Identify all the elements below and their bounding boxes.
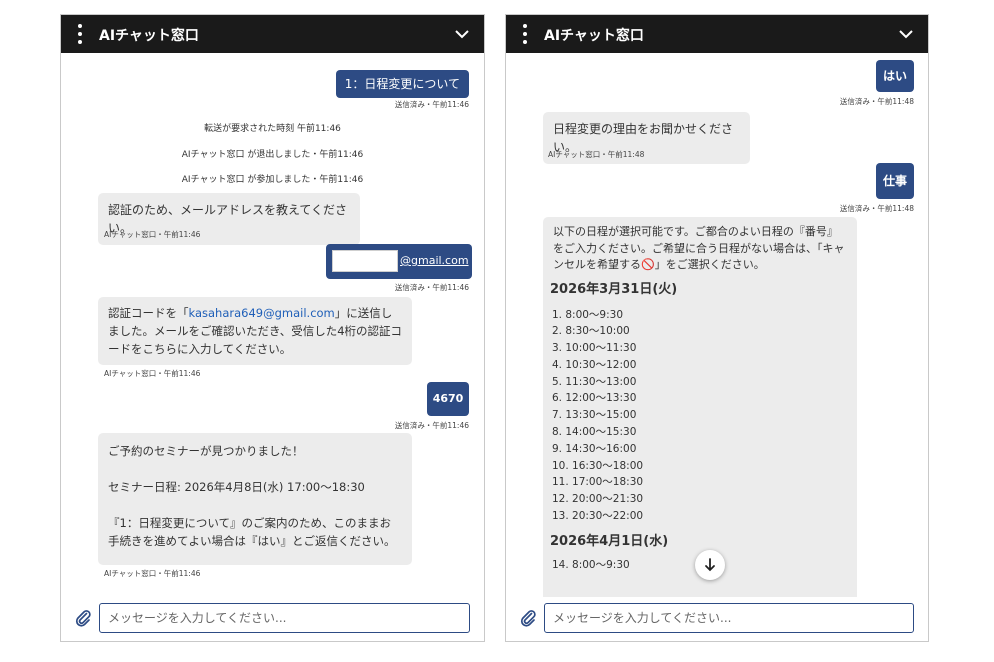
composer (61, 597, 484, 641)
slot-item: 7. 13:30〜15:00 (552, 409, 637, 422)
slot-item: 2. 8:30〜10:00 (552, 325, 630, 338)
message-meta: 送信済み・午前11:46 (394, 283, 469, 292)
arrow-down-icon (705, 558, 715, 572)
message-text: ご予約のセミナーが見つかりました！ (108, 444, 304, 458)
message-input[interactable] (99, 603, 470, 633)
incoming-message: 認証コードを「kasahara649@gmail.com」に送信しました。メール… (98, 297, 412, 365)
message-meta: 送信済み・午前11:46 (394, 100, 469, 109)
chat-header: AIチャット窓口 (506, 15, 928, 53)
message-input[interactable] (544, 603, 914, 633)
message-text: 以下の日程が選択可能です。ご都合のよい日程の『番号』をご入力ください。ご希望に合… (553, 225, 845, 271)
chat-title: AIチャット窓口 (99, 28, 199, 44)
slot-item: 6. 12:00〜13:30 (552, 392, 637, 405)
slot-item: 9. 14:30〜16:00 (552, 442, 637, 455)
scroll-to-bottom-button[interactable] (695, 550, 725, 580)
incoming-message: ご予約のセミナーが見つかりました！ セミナー日程: 2026年4月8日(水) 1… (98, 433, 412, 565)
slot-item: 13. 20:30〜22:00 (552, 510, 644, 523)
slot-item: 11. 17:00〜18:30 (552, 476, 644, 489)
paperclip-icon[interactable] (74, 609, 92, 627)
message-list[interactable]: はい 送信済み・午前11:48 日程変更の理由をお聞かせください。 AIチャット… (506, 53, 928, 597)
message-meta: 送信済み・午前11:48 (839, 97, 914, 106)
slot-list: 1. 8:00〜9:30 2. 8:30〜10:00 3. 10:00〜11:30 4… (550, 307, 850, 525)
slot-item: 12. 20:00〜21:30 (552, 493, 644, 506)
email-domain: @gmail.com (400, 254, 469, 267)
slot-item: 4. 10:30〜12:00 (552, 358, 637, 371)
kebab-menu-icon[interactable] (75, 24, 85, 44)
message-meta: AIチャット窓口・午前11:46 (104, 230, 201, 239)
chat-window-left: AIチャット窓口 1：日程変更について 送信済み・午前11:46 転送が要求され… (60, 14, 485, 642)
message-meta: AIチャット窓口・午前11:48 (548, 150, 645, 159)
kebab-menu-icon[interactable] (520, 24, 530, 44)
message-meta: 送信済み・午前11:48 (839, 204, 914, 213)
chat-title: AIチャット窓口 (544, 28, 644, 44)
email-link[interactable]: kasahara649@gmail.com (189, 306, 335, 320)
incoming-message: 以下の日程が選択可能です。ご都合のよい日程の『番号』をご入力ください。ご希望に合… (543, 217, 857, 597)
slot-item: 3. 10:00〜11:30 (552, 342, 637, 355)
message-meta: AIチャット窓口・午前11:46 (104, 569, 201, 578)
message-list[interactable]: 1：日程変更について 送信済み・午前11:46 転送が要求された時刻 午前11:… (61, 53, 484, 597)
slot-item: 5. 11:30〜13:00 (552, 375, 637, 388)
slot-item: 8. 14:00〜15:30 (552, 426, 637, 439)
chevron-down-icon[interactable] (454, 26, 470, 42)
message-meta: AIチャット窓口・午前11:46 (104, 369, 201, 378)
chevron-down-icon[interactable] (898, 26, 914, 42)
system-message: 転送が要求された時刻 午前11:46 (204, 124, 341, 134)
message-meta: 送信済み・午前11:46 (394, 421, 469, 430)
composer (506, 597, 928, 641)
message-text: セミナー日程: 2026年4月8日(水) 17:00〜18:30 (108, 480, 365, 494)
outgoing-message: 1：日程変更について (335, 70, 469, 98)
slot-item: 10. 16:30〜18:00 (552, 459, 644, 472)
message-text: 『1：日程変更について』のご案内のため、このままお手続きを進めてよい場合は『はい… (108, 516, 396, 548)
date-heading: 2026年3月31日(火) (550, 281, 678, 297)
system-message: AIチャット窓口 が退出しました・午前11:46 (181, 150, 364, 160)
system-message: AIチャット窓口 が参加しました・午前11:46 (181, 175, 364, 185)
chat-header: AIチャット窓口 (61, 15, 484, 53)
outgoing-message: はい (876, 60, 914, 92)
date-heading: 2026年4月1日(水) (550, 533, 669, 549)
outgoing-email-message: @gmail.com (326, 244, 472, 279)
chat-window-right: AIチャット窓口 はい 送信済み・午前11:48 日程変更の理由をお聞かせくださ… (505, 14, 929, 642)
paperclip-icon[interactable] (519, 609, 537, 627)
outgoing-message: 4670 (427, 382, 469, 416)
redacted-area (332, 250, 398, 272)
slot-item: 1. 8:00〜9:30 (552, 308, 624, 321)
message-text: 認証コードを「 (108, 306, 189, 320)
outgoing-message: 仕事 (876, 163, 914, 199)
